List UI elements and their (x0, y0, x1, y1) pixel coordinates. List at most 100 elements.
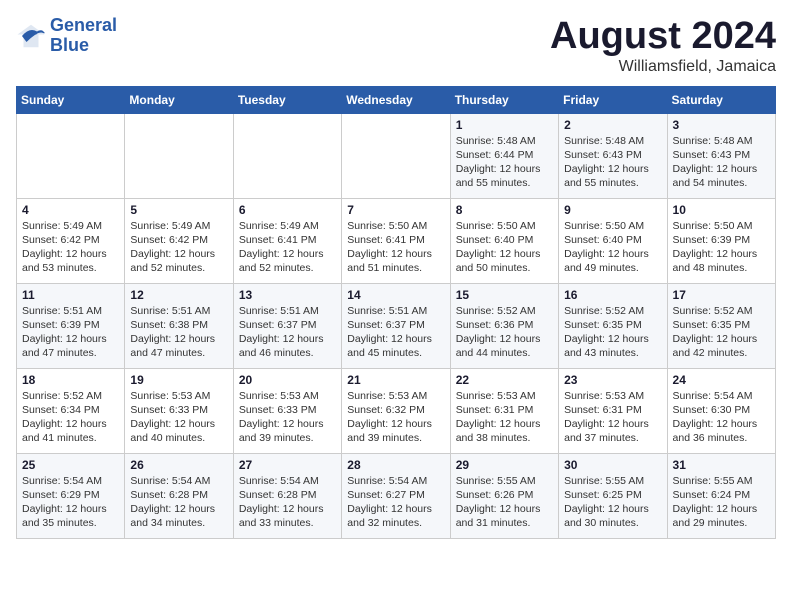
day-info: Sunrise: 5:53 AM Sunset: 6:31 PM Dayligh… (564, 389, 661, 446)
calendar-cell: 13Sunrise: 5:51 AM Sunset: 6:37 PM Dayli… (233, 283, 341, 368)
day-number: 21 (347, 373, 444, 387)
calendar-cell: 11 Sunrise: 5:51 AM Sunset: 6:39 PM Dayli… (17, 283, 125, 368)
calendar-cell: 29 Sunrise: 5:55 AM Sunset: 6:26 PM Dayli… (450, 453, 558, 538)
weekday-header-tuesday: Tuesday (233, 86, 341, 113)
day-info: Sunrise: 5:52 AM Sunset: 6:35 PM Dayligh… (564, 304, 661, 361)
weekday-header-wednesday: Wednesday (342, 86, 450, 113)
calendar-cell: 25 Sunrise: 5:54 AM Sunset: 6:29 PM Dayli… (17, 453, 125, 538)
day-info: Sunrise: 5:54 AM Sunset: 6:30 PM Dayligh… (673, 389, 770, 446)
day-number: 28 (347, 458, 444, 472)
day-info: Sunrise: 5:53 AM Sunset: 6:32 PM Dayligh… (347, 389, 444, 446)
calendar-table: SundayMondayTuesdayWednesdayThursdayFrid… (16, 86, 776, 539)
day-number: 8 (456, 203, 553, 217)
day-number: 10 (673, 203, 770, 217)
calendar-header: SundayMondayTuesdayWednesdayThursdayFrid… (17, 86, 776, 113)
calendar-cell: 22Sunrise: 5:53 AM Sunset: 6:31 PM Dayli… (450, 368, 558, 453)
day-info: Sunrise: 5:53 AM Sunset: 6:33 PM Dayligh… (239, 389, 336, 446)
calendar-cell: 21 Sunrise: 5:53 AM Sunset: 6:32 PM Dayli… (342, 368, 450, 453)
day-number: 6 (239, 203, 336, 217)
day-info: Sunrise: 5:53 AM Sunset: 6:33 PM Dayligh… (130, 389, 227, 446)
calendar-cell: 5 Sunrise: 5:49 AM Sunset: 6:42 PM Daylig… (125, 198, 233, 283)
calendar-cell: 15 Sunrise: 5:52 AM Sunset: 6:36 PM Dayli… (450, 283, 558, 368)
page-header: General Blue August 2024 Williamsfield, … (16, 16, 776, 76)
day-info: Sunrise: 5:52 AM Sunset: 6:35 PM Dayligh… (673, 304, 770, 361)
day-number: 2 (564, 118, 661, 132)
calendar-cell (233, 113, 341, 198)
calendar-cell: 14 Sunrise: 5:51 AM Sunset: 6:37 PM Dayli… (342, 283, 450, 368)
day-number: 19 (130, 373, 227, 387)
weekday-header-thursday: Thursday (450, 86, 558, 113)
day-number: 25 (22, 458, 119, 472)
weekday-header-saturday: Saturday (667, 86, 775, 113)
day-number: 5 (130, 203, 227, 217)
weekday-header-sunday: Sunday (17, 86, 125, 113)
day-info: Sunrise: 5:55 AM Sunset: 6:24 PM Dayligh… (673, 474, 770, 531)
day-info: Sunrise: 5:48 AM Sunset: 6:43 PM Dayligh… (673, 134, 770, 191)
day-number: 23 (564, 373, 661, 387)
calendar-cell: 23 Sunrise: 5:53 AM Sunset: 6:31 PM Dayli… (559, 368, 667, 453)
day-number: 29 (456, 458, 553, 472)
calendar-cell: 9 Sunrise: 5:50 AM Sunset: 6:40 PM Daylig… (559, 198, 667, 283)
day-number: 3 (673, 118, 770, 132)
day-number: 7 (347, 203, 444, 217)
day-info: Sunrise: 5:50 AM Sunset: 6:39 PM Dayligh… (673, 219, 770, 276)
day-number: 1 (456, 118, 553, 132)
day-info: Sunrise: 5:48 AM Sunset: 6:44 PM Dayligh… (456, 134, 553, 191)
calendar-cell: 10 Sunrise: 5:50 AM Sunset: 6:39 PM Dayli… (667, 198, 775, 283)
calendar-cell (17, 113, 125, 198)
day-info: Sunrise: 5:54 AM Sunset: 6:29 PM Dayligh… (22, 474, 119, 531)
day-info: Sunrise: 5:54 AM Sunset: 6:27 PM Dayligh… (347, 474, 444, 531)
day-number: 17 (673, 288, 770, 302)
calendar-cell: 18 Sunrise: 5:52 AM Sunset: 6:34 PM Dayli… (17, 368, 125, 453)
calendar-cell: 7 Sunrise: 5:50 AM Sunset: 6:41 PM Daylig… (342, 198, 450, 283)
day-info: Sunrise: 5:54 AM Sunset: 6:28 PM Dayligh… (130, 474, 227, 531)
day-number: 31 (673, 458, 770, 472)
location: Williamsfield, Jamaica (550, 58, 776, 76)
logo: General Blue (16, 16, 117, 56)
calendar-cell: 30 Sunrise: 5:55 AM Sunset: 6:25 PM Dayli… (559, 453, 667, 538)
day-info: Sunrise: 5:52 AM Sunset: 6:34 PM Dayligh… (22, 389, 119, 446)
day-info: Sunrise: 5:51 AM Sunset: 6:39 PM Dayligh… (22, 304, 119, 361)
day-number: 16 (564, 288, 661, 302)
day-number: 22 (456, 373, 553, 387)
day-number: 14 (347, 288, 444, 302)
day-info: Sunrise: 5:55 AM Sunset: 6:26 PM Dayligh… (456, 474, 553, 531)
calendar-cell (342, 113, 450, 198)
weekday-header-monday: Monday (125, 86, 233, 113)
calendar-cell: 2 Sunrise: 5:48 AM Sunset: 6:43 PM Daylig… (559, 113, 667, 198)
day-info: Sunrise: 5:51 AM Sunset: 6:38 PM Dayligh… (130, 304, 227, 361)
day-number: 15 (456, 288, 553, 302)
day-info: Sunrise: 5:50 AM Sunset: 6:40 PM Dayligh… (456, 219, 553, 276)
calendar-cell: 4Sunrise: 5:49 AM Sunset: 6:42 PM Daylig… (17, 198, 125, 283)
day-info: Sunrise: 5:51 AM Sunset: 6:37 PM Dayligh… (347, 304, 444, 361)
day-number: 30 (564, 458, 661, 472)
day-number: 18 (22, 373, 119, 387)
day-info: Sunrise: 5:49 AM Sunset: 6:41 PM Dayligh… (239, 219, 336, 276)
calendar-cell: 26 Sunrise: 5:54 AM Sunset: 6:28 PM Dayli… (125, 453, 233, 538)
day-info: Sunrise: 5:52 AM Sunset: 6:36 PM Dayligh… (456, 304, 553, 361)
day-number: 24 (673, 373, 770, 387)
day-info: Sunrise: 5:51 AM Sunset: 6:37 PM Dayligh… (239, 304, 336, 361)
calendar-cell: 20 Sunrise: 5:53 AM Sunset: 6:33 PM Dayli… (233, 368, 341, 453)
calendar-cell: 16 Sunrise: 5:52 AM Sunset: 6:35 PM Dayli… (559, 283, 667, 368)
weekday-header-friday: Friday (559, 86, 667, 113)
day-number: 11 (22, 288, 119, 302)
day-number: 20 (239, 373, 336, 387)
calendar-cell: 1 Sunrise: 5:48 AM Sunset: 6:44 PM Daylig… (450, 113, 558, 198)
day-info: Sunrise: 5:48 AM Sunset: 6:43 PM Dayligh… (564, 134, 661, 191)
day-number: 12 (130, 288, 227, 302)
calendar-cell (125, 113, 233, 198)
calendar-cell: 17 Sunrise: 5:52 AM Sunset: 6:35 PM Dayli… (667, 283, 775, 368)
logo-text: General Blue (50, 16, 117, 56)
day-number: 26 (130, 458, 227, 472)
day-info: Sunrise: 5:55 AM Sunset: 6:25 PM Dayligh… (564, 474, 661, 531)
day-info: Sunrise: 5:49 AM Sunset: 6:42 PM Dayligh… (130, 219, 227, 276)
calendar-cell: 19 Sunrise: 5:53 AM Sunset: 6:33 PM Dayli… (125, 368, 233, 453)
day-number: 9 (564, 203, 661, 217)
day-info: Sunrise: 5:50 AM Sunset: 6:40 PM Dayligh… (564, 219, 661, 276)
day-number: 27 (239, 458, 336, 472)
day-info: Sunrise: 5:54 AM Sunset: 6:28 PM Dayligh… (239, 474, 336, 531)
day-info: Sunrise: 5:50 AM Sunset: 6:41 PM Dayligh… (347, 219, 444, 276)
calendar-cell: 6 Sunrise: 5:49 AM Sunset: 6:41 PM Daylig… (233, 198, 341, 283)
calendar-cell: 12 Sunrise: 5:51 AM Sunset: 6:38 PM Dayli… (125, 283, 233, 368)
